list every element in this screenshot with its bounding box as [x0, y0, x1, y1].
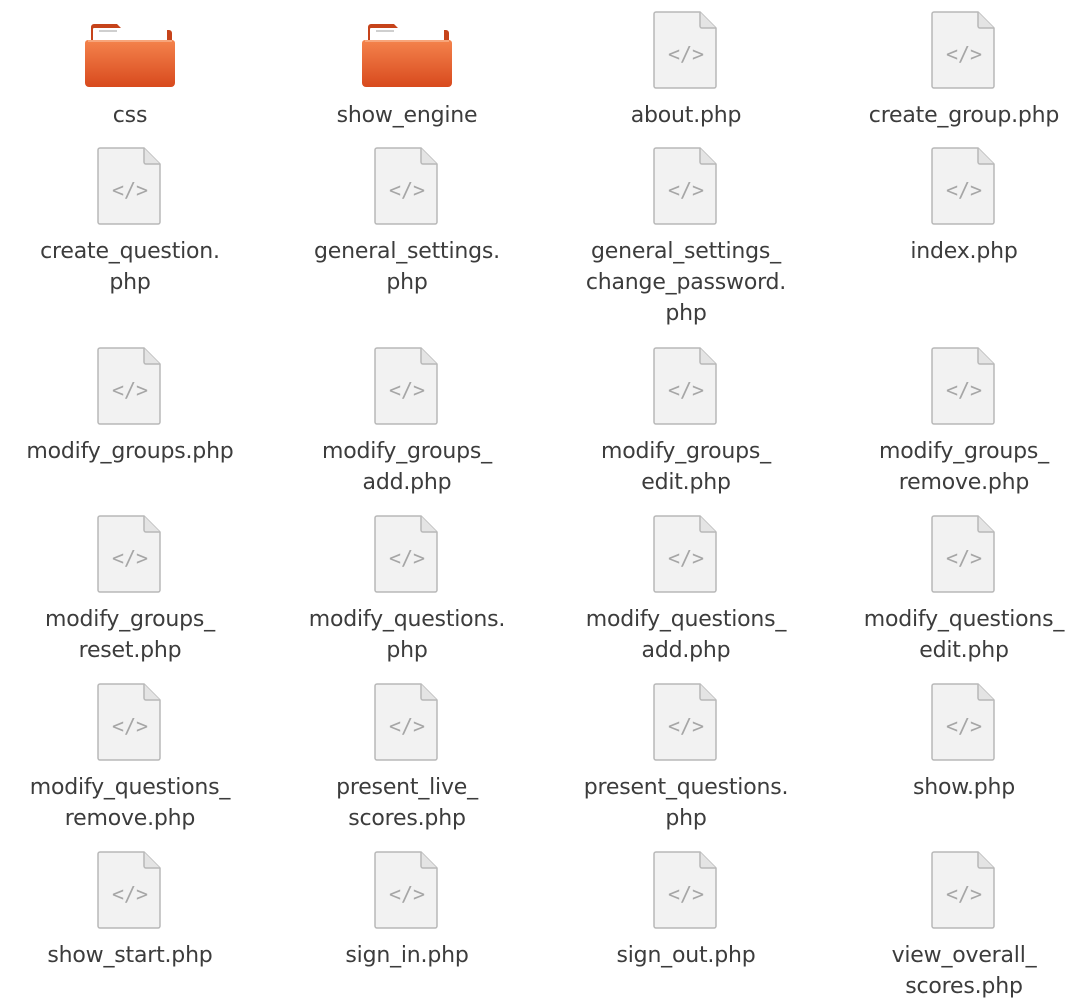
svg-text:</>: </>: [112, 546, 148, 570]
php-file-icon: </>: [916, 678, 1012, 766]
file-name: view_overall_ scores.php: [891, 943, 1037, 999]
folder-icon: [359, 6, 455, 94]
svg-text:</>: </>: [946, 714, 982, 738]
php-file-icon: </>: [638, 142, 734, 230]
svg-text:</>: </>: [112, 178, 148, 202]
svg-text:</>: </>: [668, 882, 704, 906]
php-file-icon: </>: [916, 510, 1012, 598]
php-file-icon: </>: [638, 846, 734, 934]
file-item-modify-groups-edit[interactable]: </> modify_groups_ edit.php: [566, 342, 806, 498]
file-name: create_question. php: [40, 239, 220, 295]
file-name: modify_groups_ remove.php: [879, 439, 1049, 495]
file-item-present-questions[interactable]: </> present_questions. php: [566, 678, 806, 834]
file-name: css: [112, 103, 148, 128]
php-file-icon: </>: [916, 6, 1012, 94]
file-name: present_live_ scores.php: [336, 775, 478, 831]
svg-text:</>: </>: [112, 714, 148, 738]
file-name: modify_groups_ reset.php: [45, 607, 215, 663]
svg-text:</>: </>: [389, 714, 425, 738]
svg-text:</>: </>: [389, 178, 425, 202]
file-item-create-question[interactable]: </> create_question. php: [10, 142, 250, 298]
svg-text:</>: </>: [946, 178, 982, 202]
php-file-icon: </>: [82, 510, 178, 598]
file-item-modify-groups-reset[interactable]: </> modify_groups_ reset.php: [10, 510, 250, 666]
file-name: modify_groups.php: [26, 439, 234, 464]
php-file-icon: </>: [359, 342, 455, 430]
svg-text:</>: </>: [946, 42, 982, 66]
file-item-modify-questions-edit[interactable]: </> modify_questions_ edit.php: [844, 510, 1083, 666]
file-name: modify_questions_ remove.php: [29, 775, 231, 831]
svg-text:</>: </>: [389, 378, 425, 402]
php-file-icon: </>: [359, 678, 455, 766]
file-grid: css show_engine </> about.php </> create…: [0, 0, 1083, 1003]
file-item-about[interactable]: </> about.php: [566, 6, 806, 131]
php-file-icon: </>: [638, 342, 734, 430]
file-item-show-engine[interactable]: show_engine: [287, 6, 527, 131]
file-name: modify_questions. php: [308, 607, 506, 663]
php-file-icon: </>: [638, 510, 734, 598]
file-item-sign-out[interactable]: </> sign_out.php: [566, 846, 806, 971]
php-file-icon: </>: [638, 6, 734, 94]
php-file-icon: </>: [916, 846, 1012, 934]
svg-text:</>: </>: [112, 378, 148, 402]
file-name: modify_groups_ add.php: [322, 439, 492, 495]
file-name: index.php: [910, 239, 1018, 264]
file-item-index[interactable]: </> index.php: [844, 142, 1083, 267]
php-file-icon: </>: [82, 342, 178, 430]
file-item-general-settings-change-password[interactable]: </> general_settings_ change_password. p…: [566, 142, 806, 329]
folder-icon: [82, 6, 178, 94]
svg-text:</>: </>: [668, 42, 704, 66]
php-file-icon: </>: [638, 678, 734, 766]
file-name: show_engine: [336, 103, 478, 128]
file-item-general-settings[interactable]: </> general_settings. php: [287, 142, 527, 298]
file-name: modify_groups_ edit.php: [601, 439, 771, 495]
file-item-modify-questions-add[interactable]: </> modify_questions_ add.php: [566, 510, 806, 666]
file-name: create_group.php: [868, 103, 1060, 128]
file-item-show[interactable]: </> show.php: [844, 678, 1083, 803]
file-name: modify_questions_ edit.php: [863, 607, 1065, 663]
file-item-show-start[interactable]: </> show_start.php: [10, 846, 250, 971]
file-item-view-overall-scores[interactable]: </> view_overall_ scores.php: [844, 846, 1083, 1002]
file-name: show.php: [912, 775, 1016, 800]
svg-text:</>: </>: [946, 882, 982, 906]
svg-text:</>: </>: [389, 882, 425, 906]
php-file-icon: </>: [82, 846, 178, 934]
svg-text:</>: </>: [946, 546, 982, 570]
file-item-modify-groups-remove[interactable]: </> modify_groups_ remove.php: [844, 342, 1083, 498]
file-item-css[interactable]: css: [10, 6, 250, 131]
file-name: about.php: [630, 103, 742, 128]
svg-text:</>: </>: [668, 178, 704, 202]
file-item-sign-in[interactable]: </> sign_in.php: [287, 846, 527, 971]
file-name: modify_questions_ add.php: [585, 607, 787, 663]
php-file-icon: </>: [359, 846, 455, 934]
file-item-present-live-scores[interactable]: </> present_live_ scores.php: [287, 678, 527, 834]
file-item-modify-groups-add[interactable]: </> modify_groups_ add.php: [287, 342, 527, 498]
file-name: general_settings_ change_password. php: [585, 239, 787, 326]
php-file-icon: </>: [916, 142, 1012, 230]
file-item-modify-questions-remove[interactable]: </> modify_questions_ remove.php: [10, 678, 250, 834]
file-item-create-group[interactable]: </> create_group.php: [844, 6, 1083, 131]
php-file-icon: </>: [359, 510, 455, 598]
svg-text:</>: </>: [112, 882, 148, 906]
file-name: present_questions. php: [583, 775, 789, 831]
file-name: sign_out.php: [616, 943, 756, 968]
php-file-icon: </>: [82, 142, 178, 230]
php-file-icon: </>: [916, 342, 1012, 430]
php-file-icon: </>: [82, 678, 178, 766]
svg-text:</>: </>: [668, 546, 704, 570]
file-item-modify-questions[interactable]: </> modify_questions. php: [287, 510, 527, 666]
svg-text:</>: </>: [668, 378, 704, 402]
svg-text:</>: </>: [668, 714, 704, 738]
file-item-modify-groups[interactable]: </> modify_groups.php: [10, 342, 250, 467]
file-name: show_start.php: [47, 943, 213, 968]
file-name: sign_in.php: [345, 943, 469, 968]
php-file-icon: </>: [359, 142, 455, 230]
svg-text:</>: </>: [946, 378, 982, 402]
file-name: general_settings. php: [314, 239, 500, 295]
svg-text:</>: </>: [389, 546, 425, 570]
